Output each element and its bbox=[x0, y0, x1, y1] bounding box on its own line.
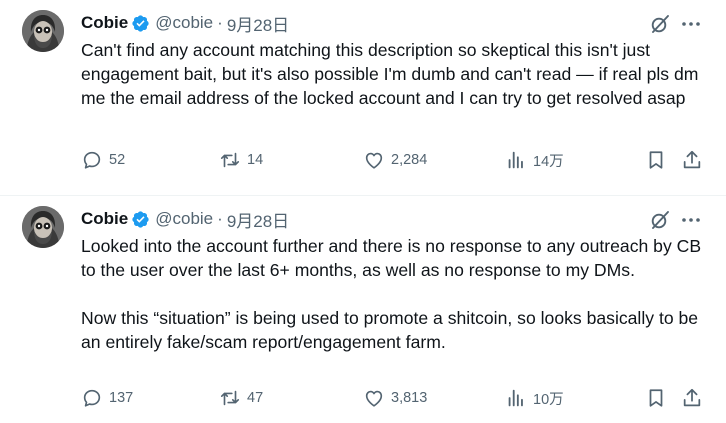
reply-count: 52 bbox=[109, 152, 126, 168]
reply-icon bbox=[83, 389, 101, 407]
verified-badge-icon bbox=[132, 14, 149, 32]
views-icon bbox=[508, 389, 523, 407]
verified-badge-icon bbox=[132, 210, 149, 228]
author-name[interactable]: Cobie bbox=[81, 209, 128, 229]
tweet-header: Cobie @cobie · 9月28日 bbox=[81, 207, 289, 232]
reply-count: 137 bbox=[109, 390, 134, 406]
grok-icon[interactable] bbox=[650, 14, 670, 34]
more-icon[interactable] bbox=[680, 210, 702, 230]
tweet-header: Cobie @cobie · 9月28日 bbox=[81, 11, 289, 36]
separator-dot: · bbox=[217, 209, 223, 228]
retweet-icon bbox=[220, 390, 240, 406]
tweet[interactable]: Cobie @cobie · 9月28日 Looked into the acc… bbox=[0, 196, 726, 423]
reply-button[interactable]: 137 bbox=[81, 386, 133, 410]
tweet-date[interactable]: 9月28日 bbox=[227, 11, 289, 36]
like-button[interactable]: 2,284 bbox=[363, 148, 427, 172]
retweet-icon bbox=[220, 152, 240, 168]
author-handle[interactable]: @cobie bbox=[155, 209, 213, 229]
author-handle[interactable]: @cobie bbox=[155, 13, 213, 33]
like-icon bbox=[365, 152, 383, 169]
views-count: 10万 bbox=[533, 391, 564, 408]
separator-dot: · bbox=[217, 13, 223, 32]
views-icon bbox=[508, 151, 523, 169]
tweet-date[interactable]: 9月28日 bbox=[227, 207, 289, 232]
bookmark-button[interactable] bbox=[645, 148, 667, 172]
share-icon bbox=[683, 388, 701, 407]
reply-icon bbox=[83, 151, 101, 169]
views-button[interactable]: 14万 bbox=[505, 148, 564, 172]
author-name[interactable]: Cobie bbox=[81, 13, 128, 33]
like-button[interactable]: 3,813 bbox=[363, 386, 427, 410]
like-icon bbox=[365, 390, 383, 407]
avatar[interactable] bbox=[22, 10, 64, 52]
share-button[interactable] bbox=[681, 148, 703, 172]
bookmark-icon bbox=[649, 389, 663, 407]
avatar[interactable] bbox=[22, 206, 64, 248]
retweet-count: 47 bbox=[247, 390, 264, 406]
more-icon[interactable] bbox=[680, 14, 702, 34]
retweet-button[interactable]: 47 bbox=[219, 386, 263, 410]
tweet-text: Can't find any account matching this des… bbox=[81, 40, 704, 108]
tweet-actions: 52 14 2,284 14万 bbox=[0, 148, 726, 172]
views-button[interactable]: 10万 bbox=[505, 386, 564, 410]
bookmark-icon bbox=[649, 151, 663, 169]
grok-icon[interactable] bbox=[650, 210, 670, 230]
retweet-count: 14 bbox=[247, 152, 264, 168]
share-icon bbox=[683, 150, 701, 169]
bookmark-button[interactable] bbox=[645, 386, 667, 410]
share-button[interactable] bbox=[681, 386, 703, 410]
views-count: 14万 bbox=[533, 153, 564, 170]
tweet-text: Looked into the account further and ther… bbox=[81, 236, 702, 352]
tweet[interactable]: Cobie @cobie · 9月28日 Can't find any acco… bbox=[0, 0, 726, 196]
retweet-button[interactable]: 14 bbox=[219, 148, 263, 172]
reply-button[interactable]: 52 bbox=[81, 148, 125, 172]
like-count: 3,813 bbox=[391, 390, 428, 406]
like-count: 2,284 bbox=[391, 152, 428, 168]
tweet-actions: 137 47 3,813 10万 bbox=[0, 386, 726, 410]
